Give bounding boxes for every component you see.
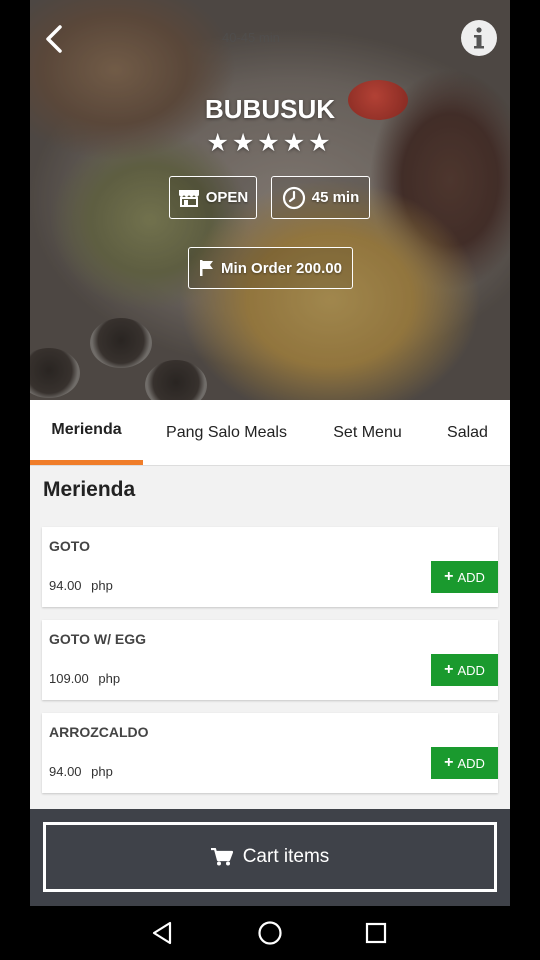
category-tabs: Merienda Pang Salo Meals Set Menu Salad [30,400,510,466]
tab-merienda[interactable]: Merienda [30,400,143,466]
tab-pang-salo-meals[interactable]: Pang Salo Meals [143,400,310,466]
delivery-time-label: 45 min [311,189,360,206]
active-tab-indicator [30,460,143,465]
add-button-label: ADD [457,662,485,678]
tab-label: Merienda [51,421,122,438]
tab-label: Salad [447,424,488,441]
rating-stars: ★★★★★ [206,129,334,157]
tab-label: Set Menu [333,424,402,441]
plus-icon: + [444,661,454,678]
nav-back-icon[interactable] [149,919,177,947]
eta-faint-text: 40-45 min [222,30,280,45]
cart-bar: Cart items [30,809,510,906]
store-icon [178,189,199,207]
add-button-label: ADD [457,755,485,771]
delivery-time-badge: 45 min [271,176,370,219]
price-value: 94.00 [49,578,82,593]
menu-item-name: GOTO W/ EGG [49,631,146,647]
add-to-cart-button[interactable]: + ADD [431,747,498,779]
cart-items-label: Cart items [242,846,330,867]
plus-icon: + [444,754,454,771]
cart-items-button[interactable]: Cart items [43,822,497,892]
clock-icon [282,186,305,209]
open-status-badge: OPEN [169,176,257,219]
add-to-cart-button[interactable]: + ADD [431,561,498,593]
cart-icon [210,848,233,866]
open-status-label: OPEN [205,189,249,206]
menu-item-card: GOTO W/ EGG 109.00 php + ADD [42,620,498,700]
restaurant-name: BUBUSUK [205,94,335,124]
app-screen: 40-45 min BUBUSUK ★★★★★ OPEN 45 min Min … [30,0,510,906]
menu-item-price: 109.00 php [49,671,126,686]
flag-icon [200,260,214,276]
price-currency: php [91,578,113,593]
price-value: 94.00 [49,764,82,779]
nav-recents-icon[interactable] [362,919,390,947]
plus-icon: + [444,568,454,585]
add-button-label: ADD [457,569,485,585]
restaurant-hero: 40-45 min BUBUSUK ★★★★★ OPEN 45 min Min … [30,0,510,400]
menu-item-price: 94.00 php [49,764,119,779]
hero-overlay [30,0,510,400]
add-to-cart-button[interactable]: + ADD [431,654,498,686]
price-currency: php [98,671,121,686]
min-order-label: Min Order 200.00 [221,259,342,277]
nav-home-icon[interactable] [256,919,284,947]
price-currency: php [91,764,113,779]
min-order-badge: Min Order 200.00 [188,247,353,289]
info-icon[interactable] [461,20,497,56]
menu-item-card: ARROZCALDO 94.00 php + ADD [42,713,498,793]
tab-label: Pang Salo Meals [166,424,287,441]
section-title: Merienda [43,478,136,501]
menu-item-name: GOTO [49,538,90,554]
tab-set-menu[interactable]: Set Menu [310,400,425,466]
menu-item-name: ARROZCALDO [49,724,149,740]
system-nav-bar [0,906,540,960]
menu-item-price: 94.00 php [49,578,119,593]
back-icon[interactable] [42,22,66,56]
tab-salad[interactable]: Salad [425,400,510,466]
price-value: 109.00 [49,671,89,686]
menu-item-card: GOTO 94.00 php + ADD [42,527,498,607]
